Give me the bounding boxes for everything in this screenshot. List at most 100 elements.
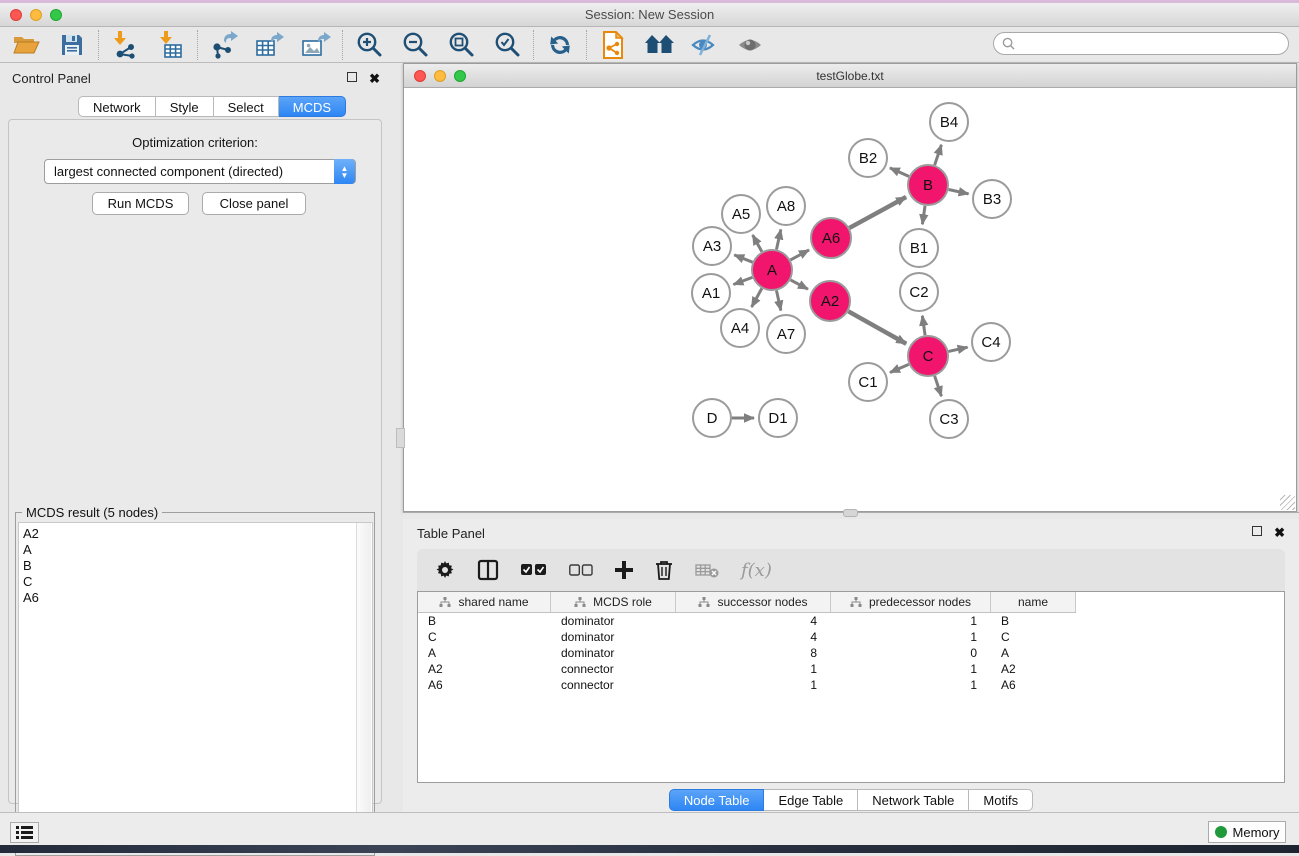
graph-edge-A-A6[interactable] xyxy=(790,250,809,260)
splitter-collapse-handle[interactable] xyxy=(396,428,405,448)
add-column-icon[interactable] xyxy=(615,556,633,584)
minimize-window-button[interactable] xyxy=(30,9,42,21)
network-window-titlebar[interactable]: testGlobe.txt xyxy=(404,64,1296,88)
mcds-result-item[interactable]: C xyxy=(23,574,372,590)
network-zoom-button[interactable] xyxy=(454,70,466,82)
table-cell[interactable]: dominator xyxy=(551,613,676,629)
table-cell[interactable]: A6 xyxy=(991,677,1076,693)
table-cell[interactable]: A6 xyxy=(418,677,551,693)
graph-edge-A-A1[interactable] xyxy=(733,277,752,284)
close-panel-icon[interactable]: ✖ xyxy=(369,71,380,87)
graph-edge-A-A8[interactable] xyxy=(776,229,780,249)
table-cell[interactable]: 1 xyxy=(831,677,991,693)
import-network-icon[interactable] xyxy=(109,30,141,60)
graph-node-A4[interactable]: A4 xyxy=(721,309,759,347)
table-row[interactable]: Adominator80A xyxy=(418,645,1284,661)
table-cell[interactable]: C xyxy=(418,629,551,645)
table-cell[interactable]: connector xyxy=(551,677,676,693)
table-cell[interactable]: 1 xyxy=(831,613,991,629)
export-network-icon[interactable] xyxy=(208,30,240,60)
memory-button[interactable]: Memory xyxy=(1208,821,1286,843)
graph-node-C3[interactable]: C3 xyxy=(930,400,968,438)
tab-edge-table[interactable]: Edge Table xyxy=(764,789,858,811)
table-cell[interactable]: 4 xyxy=(676,613,831,629)
table-row[interactable]: Cdominator41C xyxy=(418,629,1284,645)
hide-panel-icon[interactable] xyxy=(689,30,721,60)
table-cell[interactable]: B xyxy=(991,613,1076,629)
table-cell[interactable]: C xyxy=(991,629,1076,645)
graph-node-A5[interactable]: A5 xyxy=(722,195,760,233)
table-cell[interactable]: 8 xyxy=(676,645,831,661)
graph-node-D[interactable]: D xyxy=(693,399,731,437)
export-table-icon[interactable] xyxy=(254,30,286,60)
table-row[interactable]: A2connector11A2 xyxy=(418,661,1284,677)
criterion-dropdown[interactable]: largest connected component (directed) ▲… xyxy=(44,159,356,184)
search-field[interactable] xyxy=(993,32,1289,55)
column-header-MCDS-role[interactable]: MCDS role xyxy=(551,592,676,612)
refresh-icon[interactable] xyxy=(544,30,576,60)
tab-mcds[interactable]: MCDS xyxy=(279,96,346,117)
graph-edge-A2-C[interactable] xyxy=(848,311,906,343)
import-table-icon[interactable] xyxy=(155,30,187,60)
graph-node-B3[interactable]: B3 xyxy=(973,180,1011,218)
mcds-result-scrollbar[interactable] xyxy=(356,523,371,852)
graph-edge-A-A5[interactable] xyxy=(753,235,762,252)
export-image-icon[interactable] xyxy=(300,30,332,60)
graph-node-A3[interactable]: A3 xyxy=(693,227,731,265)
close-panel-button[interactable]: Close panel xyxy=(202,192,306,215)
close-table-panel-icon[interactable]: ✖ xyxy=(1274,525,1285,541)
graph-node-C2[interactable]: C2 xyxy=(900,273,938,311)
table-cell[interactable]: 0 xyxy=(831,645,991,661)
table-cell[interactable]: dominator xyxy=(551,629,676,645)
table-cell[interactable]: 1 xyxy=(831,629,991,645)
open-file-icon[interactable] xyxy=(10,30,42,60)
graph-node-A8[interactable]: A8 xyxy=(767,187,805,225)
graph-node-C[interactable]: C xyxy=(908,336,948,376)
graph-edge-A-A4[interactable] xyxy=(752,288,762,307)
table-cell[interactable]: 1 xyxy=(676,677,831,693)
mcds-result-item[interactable]: A6 xyxy=(23,590,372,606)
delete-table-icon[interactable] xyxy=(695,556,719,584)
graph-node-C1[interactable]: C1 xyxy=(849,363,887,401)
tab-network[interactable]: Network xyxy=(78,96,156,117)
float-panel-icon[interactable] xyxy=(347,72,357,82)
node-table[interactable]: shared nameMCDS rolesuccessor nodesprede… xyxy=(417,591,1285,783)
graph-edge-C-C2[interactable] xyxy=(922,316,925,335)
table-cell[interactable]: A xyxy=(991,645,1076,661)
table-cell[interactable]: A xyxy=(418,645,551,661)
graph-edge-B-B4[interactable] xyxy=(935,145,942,165)
graph-edge-B-B2[interactable] xyxy=(890,168,909,177)
zoom-in-icon[interactable] xyxy=(353,30,385,60)
graph-node-A6[interactable]: A6 xyxy=(811,218,851,258)
function-builder-icon[interactable]: f(x) xyxy=(741,556,772,584)
graph-edge-A-A2[interactable] xyxy=(791,280,808,289)
graph-edge-B-B1[interactable] xyxy=(922,206,925,224)
network-close-button[interactable] xyxy=(414,70,426,82)
table-cell[interactable]: 4 xyxy=(676,629,831,645)
tab-style[interactable]: Style xyxy=(156,96,214,117)
select-all-icon[interactable] xyxy=(521,556,547,584)
tab-select[interactable]: Select xyxy=(214,96,279,117)
graph-node-A1[interactable]: A1 xyxy=(692,274,730,312)
table-settings-gear-icon[interactable] xyxy=(435,556,455,584)
table-row[interactable]: A6connector11A6 xyxy=(418,677,1284,693)
graph-edge-C-C1[interactable] xyxy=(890,364,909,372)
new-network-icon[interactable] xyxy=(597,30,629,60)
graph-edge-C-C4[interactable] xyxy=(948,347,967,351)
graph-node-A7[interactable]: A7 xyxy=(767,315,805,353)
graph-node-B4[interactable]: B4 xyxy=(930,103,968,141)
table-cell[interactable]: connector xyxy=(551,661,676,677)
mcds-result-list[interactable]: A2ABCA6 xyxy=(18,522,373,853)
delete-column-icon[interactable] xyxy=(655,556,673,584)
graph-node-D1[interactable]: D1 xyxy=(759,399,797,437)
deselect-all-icon[interactable] xyxy=(569,556,593,584)
column-header-successor-nodes[interactable]: successor nodes xyxy=(676,592,831,612)
graph-node-B[interactable]: B xyxy=(908,165,948,205)
column-header-predecessor-nodes[interactable]: predecessor nodes xyxy=(831,592,991,612)
graph-node-C4[interactable]: C4 xyxy=(972,323,1010,361)
horizontal-splitter[interactable] xyxy=(403,512,1299,519)
save-session-icon[interactable] xyxy=(56,30,88,60)
graph-node-A2[interactable]: A2 xyxy=(810,281,850,321)
home-icon[interactable] xyxy=(643,30,675,60)
graph-edge-A-A7[interactable] xyxy=(776,291,780,311)
